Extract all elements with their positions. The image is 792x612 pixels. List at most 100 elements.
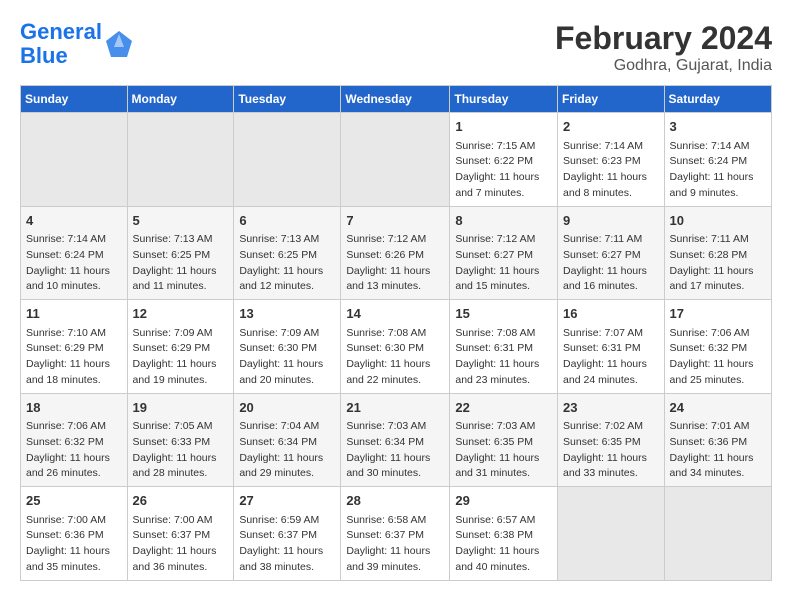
day-number: 24 [670,398,766,418]
day-info: Sunrise: 7:03 AMSunset: 6:35 PMDaylight:… [455,419,552,482]
column-header-monday: Monday [127,86,234,113]
day-number: 13 [239,304,335,324]
day-info: Sunrise: 7:08 AMSunset: 6:30 PMDaylight:… [346,326,444,389]
day-info: Sunrise: 7:00 AMSunset: 6:37 PMDaylight:… [133,513,229,576]
day-number: 2 [563,117,659,137]
calendar-cell: 26Sunrise: 7:00 AMSunset: 6:37 PMDayligh… [127,487,234,581]
day-number: 20 [239,398,335,418]
column-header-saturday: Saturday [664,86,771,113]
day-info: Sunrise: 7:14 AMSunset: 6:24 PMDaylight:… [670,139,766,202]
day-info: Sunrise: 7:02 AMSunset: 6:35 PMDaylight:… [563,419,659,482]
day-number: 10 [670,211,766,231]
day-number: 12 [133,304,229,324]
calendar-cell: 2Sunrise: 7:14 AMSunset: 6:23 PMDaylight… [558,113,665,207]
day-info: Sunrise: 7:07 AMSunset: 6:31 PMDaylight:… [563,326,659,389]
calendar-week-row: 4Sunrise: 7:14 AMSunset: 6:24 PMDaylight… [21,206,772,300]
calendar-cell: 29Sunrise: 6:57 AMSunset: 6:38 PMDayligh… [450,487,558,581]
day-number: 15 [455,304,552,324]
calendar-week-row: 1Sunrise: 7:15 AMSunset: 6:22 PMDaylight… [21,113,772,207]
calendar-cell: 8Sunrise: 7:12 AMSunset: 6:27 PMDaylight… [450,206,558,300]
day-info: Sunrise: 7:15 AMSunset: 6:22 PMDaylight:… [455,139,552,202]
calendar-cell: 11Sunrise: 7:10 AMSunset: 6:29 PMDayligh… [21,300,128,394]
day-info: Sunrise: 7:10 AMSunset: 6:29 PMDaylight:… [26,326,122,389]
calendar-week-row: 18Sunrise: 7:06 AMSunset: 6:32 PMDayligh… [21,393,772,487]
calendar-week-row: 11Sunrise: 7:10 AMSunset: 6:29 PMDayligh… [21,300,772,394]
calendar-cell: 13Sunrise: 7:09 AMSunset: 6:30 PMDayligh… [234,300,341,394]
day-info: Sunrise: 6:58 AMSunset: 6:37 PMDaylight:… [346,513,444,576]
calendar-cell: 23Sunrise: 7:02 AMSunset: 6:35 PMDayligh… [558,393,665,487]
day-number: 27 [239,491,335,511]
day-number: 25 [26,491,122,511]
day-number: 23 [563,398,659,418]
day-number: 16 [563,304,659,324]
calendar-cell: 24Sunrise: 7:01 AMSunset: 6:36 PMDayligh… [664,393,771,487]
calendar-cell: 7Sunrise: 7:12 AMSunset: 6:26 PMDaylight… [341,206,450,300]
day-number: 17 [670,304,766,324]
day-number: 4 [26,211,122,231]
month-year-title: February 2024 [555,20,772,57]
calendar-cell: 1Sunrise: 7:15 AMSunset: 6:22 PMDaylight… [450,113,558,207]
day-number: 3 [670,117,766,137]
calendar-cell [558,487,665,581]
day-info: Sunrise: 7:06 AMSunset: 6:32 PMDaylight:… [26,419,122,482]
day-number: 6 [239,211,335,231]
calendar-header-row: SundayMondayTuesdayWednesdayThursdayFrid… [21,86,772,113]
logo-text: General Blue [20,20,102,68]
calendar-cell: 14Sunrise: 7:08 AMSunset: 6:30 PMDayligh… [341,300,450,394]
day-info: Sunrise: 7:11 AMSunset: 6:28 PMDaylight:… [670,232,766,295]
day-info: Sunrise: 7:13 AMSunset: 6:25 PMDaylight:… [133,232,229,295]
day-info: Sunrise: 7:14 AMSunset: 6:24 PMDaylight:… [26,232,122,295]
day-number: 18 [26,398,122,418]
column-header-wednesday: Wednesday [341,86,450,113]
day-info: Sunrise: 7:01 AMSunset: 6:36 PMDaylight:… [670,419,766,482]
column-header-tuesday: Tuesday [234,86,341,113]
day-number: 8 [455,211,552,231]
calendar-cell [664,487,771,581]
day-info: Sunrise: 7:14 AMSunset: 6:23 PMDaylight:… [563,139,659,202]
day-number: 1 [455,117,552,137]
day-info: Sunrise: 7:04 AMSunset: 6:34 PMDaylight:… [239,419,335,482]
day-number: 21 [346,398,444,418]
calendar-cell: 21Sunrise: 7:03 AMSunset: 6:34 PMDayligh… [341,393,450,487]
column-header-sunday: Sunday [21,86,128,113]
day-number: 22 [455,398,552,418]
calendar-cell: 28Sunrise: 6:58 AMSunset: 6:37 PMDayligh… [341,487,450,581]
day-info: Sunrise: 6:59 AMSunset: 6:37 PMDaylight:… [239,513,335,576]
logo-icon [104,29,134,59]
logo: General Blue [20,20,134,68]
day-number: 11 [26,304,122,324]
day-info: Sunrise: 7:11 AMSunset: 6:27 PMDaylight:… [563,232,659,295]
calendar-cell: 17Sunrise: 7:06 AMSunset: 6:32 PMDayligh… [664,300,771,394]
column-header-friday: Friday [558,86,665,113]
page-header: General Blue February 2024 Godhra, Gujar… [20,20,772,75]
calendar-cell: 27Sunrise: 6:59 AMSunset: 6:37 PMDayligh… [234,487,341,581]
calendar-cell [341,113,450,207]
day-info: Sunrise: 6:57 AMSunset: 6:38 PMDaylight:… [455,513,552,576]
calendar-cell: 6Sunrise: 7:13 AMSunset: 6:25 PMDaylight… [234,206,341,300]
calendar-cell: 9Sunrise: 7:11 AMSunset: 6:27 PMDaylight… [558,206,665,300]
calendar-cell: 12Sunrise: 7:09 AMSunset: 6:29 PMDayligh… [127,300,234,394]
day-number: 7 [346,211,444,231]
day-info: Sunrise: 7:03 AMSunset: 6:34 PMDaylight:… [346,419,444,482]
calendar-cell: 18Sunrise: 7:06 AMSunset: 6:32 PMDayligh… [21,393,128,487]
calendar-cell [234,113,341,207]
day-number: 9 [563,211,659,231]
day-info: Sunrise: 7:09 AMSunset: 6:30 PMDaylight:… [239,326,335,389]
day-number: 26 [133,491,229,511]
calendar-cell: 15Sunrise: 7:08 AMSunset: 6:31 PMDayligh… [450,300,558,394]
calendar-cell: 5Sunrise: 7:13 AMSunset: 6:25 PMDaylight… [127,206,234,300]
day-info: Sunrise: 7:09 AMSunset: 6:29 PMDaylight:… [133,326,229,389]
calendar-cell: 16Sunrise: 7:07 AMSunset: 6:31 PMDayligh… [558,300,665,394]
day-info: Sunrise: 7:05 AMSunset: 6:33 PMDaylight:… [133,419,229,482]
day-number: 5 [133,211,229,231]
calendar-cell [127,113,234,207]
location-subtitle: Godhra, Gujarat, India [555,57,772,75]
day-number: 29 [455,491,552,511]
calendar-cell [21,113,128,207]
calendar-cell: 10Sunrise: 7:11 AMSunset: 6:28 PMDayligh… [664,206,771,300]
calendar-cell: 25Sunrise: 7:00 AMSunset: 6:36 PMDayligh… [21,487,128,581]
calendar-cell: 3Sunrise: 7:14 AMSunset: 6:24 PMDaylight… [664,113,771,207]
day-number: 19 [133,398,229,418]
column-header-thursday: Thursday [450,86,558,113]
day-info: Sunrise: 7:00 AMSunset: 6:36 PMDaylight:… [26,513,122,576]
